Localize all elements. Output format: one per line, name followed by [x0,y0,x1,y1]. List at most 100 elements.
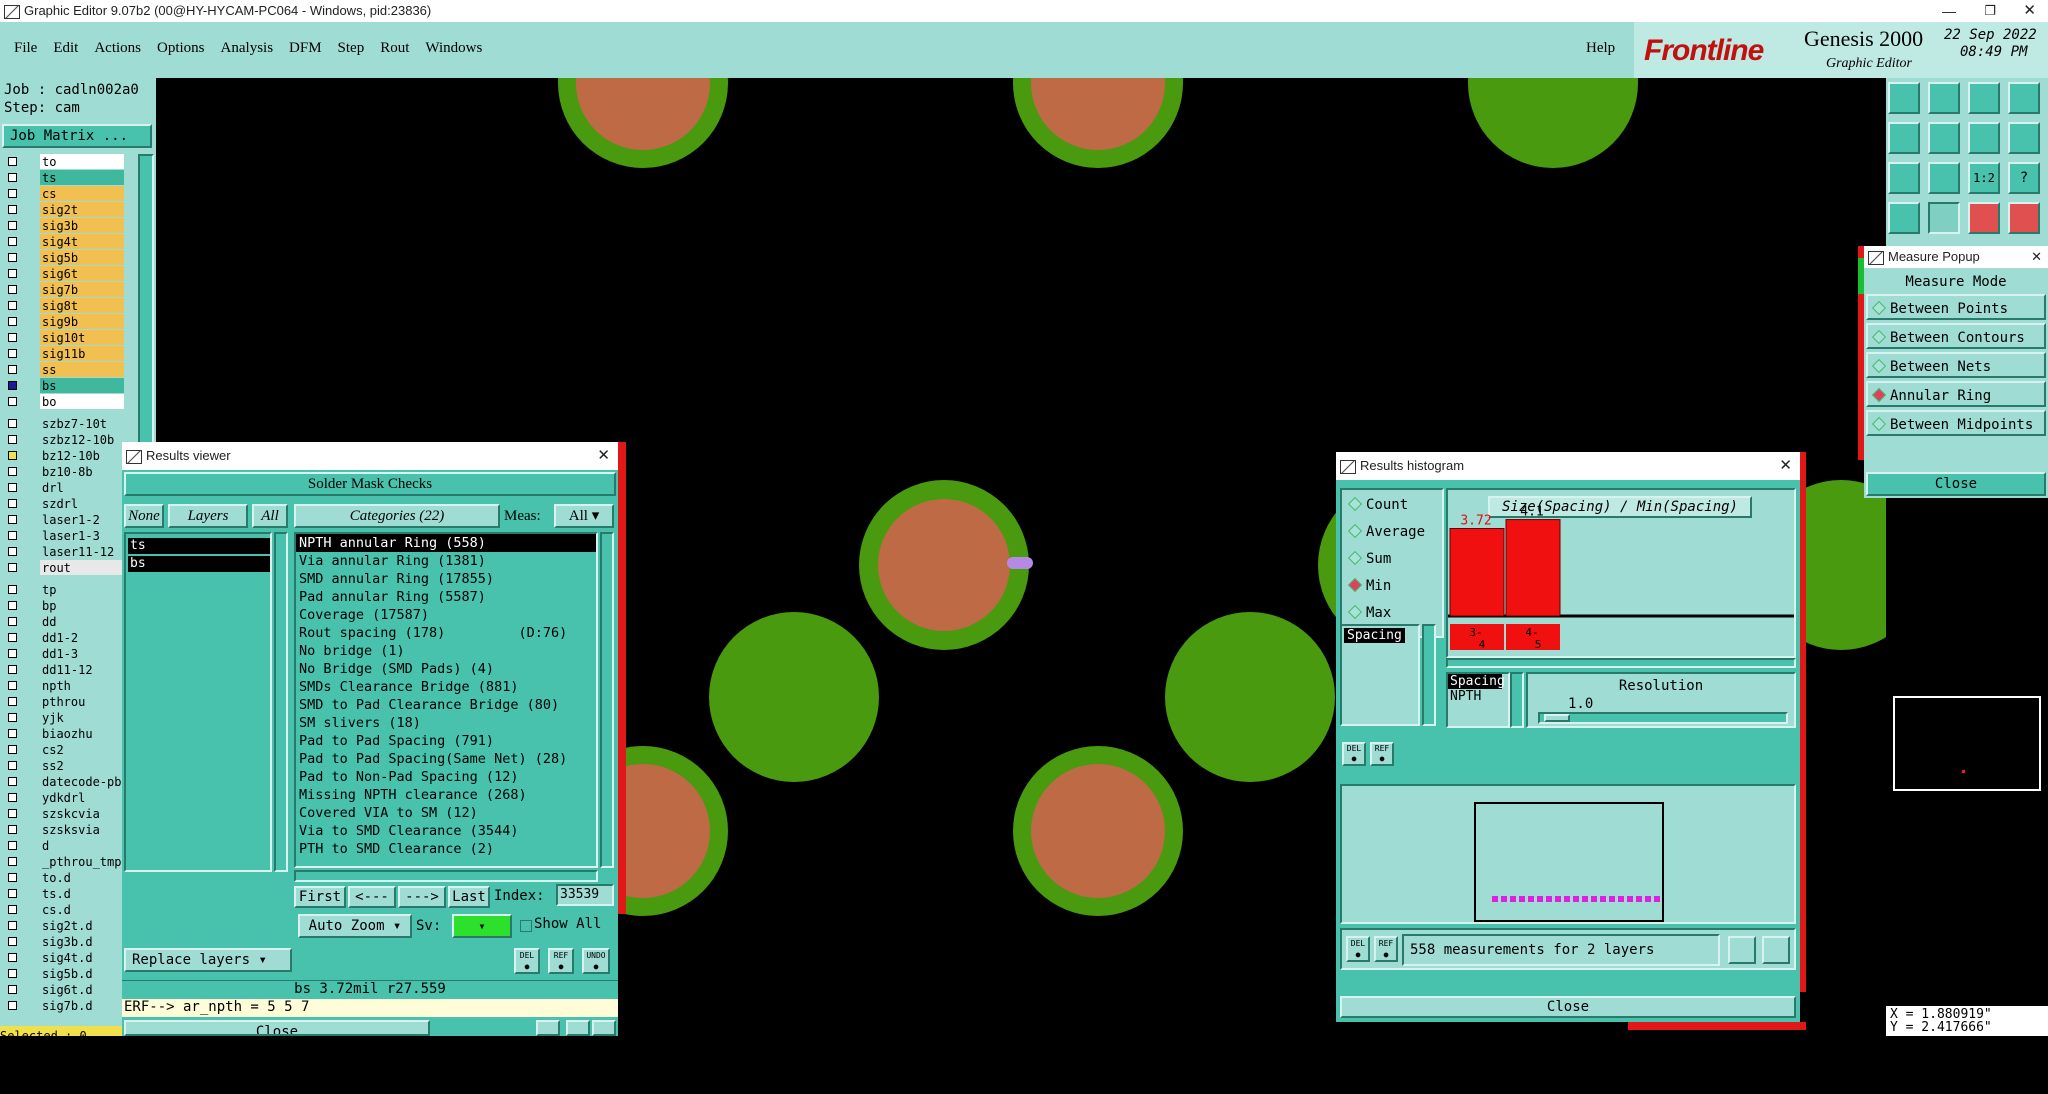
layer-row[interactable]: ss2 [0,758,124,774]
category-hscroll[interactable] [294,870,598,882]
minimize-button[interactable]: — [1942,0,1956,22]
layer-name[interactable]: sig3b [40,218,124,233]
layer-row[interactable]: sig2t.d [0,918,124,934]
layer-checkbox[interactable] [8,397,17,406]
layer-row[interactable]: sig4t [0,234,124,250]
layer-row[interactable]: sig8t [0,298,124,314]
layer-checkbox[interactable] [8,729,17,738]
layer-checkbox[interactable] [8,809,17,818]
menu-edit[interactable]: Edit [53,40,78,57]
layer-name[interactable]: sig6t [40,266,124,281]
layer-name[interactable]: dd11-12 [40,662,124,677]
del-button[interactable]: DEL ● [514,948,540,974]
layer-row[interactable]: sig5b.d [0,966,124,982]
layer-name[interactable]: szdrl [40,496,124,511]
layer-checkbox[interactable] [8,157,17,166]
viewer-close-button[interactable]: Close [124,1020,430,1036]
layer-name[interactable]: drl [40,480,124,495]
measure-type-scrollbar[interactable] [1510,672,1524,728]
spacing-list[interactable]: Spacing [1340,624,1420,726]
layer-checkbox[interactable] [8,467,17,476]
layer-checkbox[interactable] [8,499,17,508]
layer-row[interactable]: sig4t.d [0,950,124,966]
layer-row[interactable]: sig3b.d [0,934,124,950]
layer-row[interactable]: sig5b [0,250,124,266]
layer-name[interactable]: to.d [40,870,124,885]
layer-row[interactable]: ts [0,170,124,186]
layer-row[interactable]: bo [0,394,124,410]
layer-checkbox[interactable] [8,173,17,182]
layer-row[interactable]: bz10-8b [0,464,124,480]
layers-button[interactable]: Layers [168,504,248,528]
layer-row[interactable]: rout [0,560,124,576]
bottom-tool-icon[interactable] [536,1020,560,1036]
layer-checkbox[interactable] [8,745,17,754]
all-button[interactable]: All [252,504,288,528]
layer-row[interactable]: szbz12-10b [0,432,124,448]
restore-button[interactable]: ❐ [1984,0,1996,22]
layer-checkbox[interactable] [8,953,17,962]
measure-mode-option[interactable]: Between Points [1866,294,2046,320]
layer-checkbox[interactable] [8,269,17,278]
layer-checkbox[interactable] [8,563,17,572]
stat-option[interactable]: Sum [1344,548,1391,570]
category-scrollbar[interactable] [600,532,614,868]
layer-checkbox[interactable] [8,905,17,914]
tool-export-icon[interactable] [1928,122,1960,154]
sv-color-select[interactable]: ▾ [452,914,512,938]
replace-layers-select[interactable]: Replace layers ▾ [124,948,292,972]
menu-analysis[interactable]: Analysis [221,40,274,57]
layer-checkbox[interactable] [8,221,17,230]
layer-row[interactable]: sig10t [0,330,124,346]
category-item[interactable]: Pad to Pad Spacing(Same Net) (28) [296,750,596,768]
bottom-tool-icon[interactable] [592,1020,616,1036]
layer-name[interactable]: biaozhu [40,726,124,741]
layer-checkbox[interactable] [8,937,17,946]
tool-open-icon[interactable] [1888,82,1920,114]
layer-name[interactable]: yjk [40,710,124,725]
layer-name[interactable]: laser1-3 [40,528,124,543]
measure-mode-option[interactable]: Annular Ring [1866,381,2046,407]
category-item[interactable]: SMDs Clearance Bridge (881) [296,678,596,696]
measure-popup-close-icon[interactable]: ✕ [2031,246,2042,268]
layer-name[interactable]: szskcvia [40,806,124,821]
layer-checkbox[interactable] [8,205,17,214]
layer-checkbox[interactable] [8,483,17,492]
category-item[interactable]: SMD to Pad Clearance Bridge (80) [296,696,596,714]
layer-name[interactable]: npth [40,678,124,693]
prev-button[interactable]: <--- [348,886,396,908]
layer-row[interactable]: laser1-2 [0,512,124,528]
layer-name[interactable]: bp [40,598,124,613]
category-item[interactable]: SM slivers (18) [296,714,596,732]
histogram-close-icon[interactable]: ✕ [1779,452,1792,480]
layer-name[interactable]: ts [40,170,124,185]
tool-snap-icon[interactable] [1968,122,2000,154]
layer-row[interactable]: laser11-12 [0,544,124,560]
layer-row[interactable]: dd1-3 [0,646,124,662]
category-item[interactable]: SMD annular Ring (17855) [296,570,596,588]
layer-name[interactable]: dd1-2 [40,630,124,645]
result-layer-item[interactable]: ts [128,538,270,554]
category-item[interactable]: Via annular Ring (1381) [296,552,596,570]
stat-option[interactable]: Max [1344,602,1391,624]
layer-checkbox[interactable] [8,381,17,390]
layer-row[interactable]: sig3b [0,218,124,234]
layer-checkbox[interactable] [8,435,17,444]
layer-row[interactable]: szskcvia [0,806,124,822]
layer-row[interactable]: pthrou [0,694,124,710]
category-item[interactable]: No Bridge (SMD Pads) (4) [296,660,596,678]
categories-button[interactable]: Categories (22) [294,504,500,528]
close-window-button[interactable]: ✕ [2023,0,2036,22]
ref-button[interactable]: REF ● [548,948,574,974]
layer-row[interactable]: szsksvia [0,822,124,838]
layer-name[interactable]: d [40,838,124,853]
layer-checkbox[interactable] [8,985,17,994]
undo-button[interactable]: UNDO ● [582,948,610,974]
layer-row[interactable]: tp [0,582,124,598]
layer-checkbox[interactable] [8,349,17,358]
layer-checkbox[interactable] [8,649,17,658]
stat-option[interactable]: Average [1344,521,1425,543]
layer-checkbox[interactable] [8,515,17,524]
layer-row[interactable]: sig9b [0,314,124,330]
hist-export-icon[interactable] [1728,936,1756,964]
